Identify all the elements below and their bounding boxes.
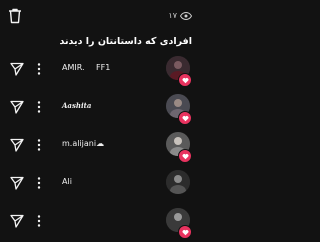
avatar[interactable]	[166, 170, 190, 194]
heart-icon	[182, 229, 188, 235]
more-options-icon[interactable]	[36, 99, 42, 115]
send-icon[interactable]	[10, 138, 24, 152]
like-badge	[178, 111, 192, 125]
more-options-icon[interactable]	[36, 137, 42, 153]
like-badge	[178, 73, 192, 87]
viewers-heading: افرادی که داستانتان را دیدند	[59, 36, 193, 47]
send-icon[interactable]	[10, 176, 24, 190]
viewer-username-suffix: FF1	[96, 63, 111, 72]
more-options-icon[interactable]	[36, 213, 42, 229]
like-badge	[178, 225, 192, 239]
viewer-row[interactable]: Ali	[0, 166, 200, 204]
top-bar: ۱۷	[0, 0, 200, 34]
viewer-row[interactable]: Aashita	[0, 90, 200, 128]
heart-icon	[182, 77, 188, 83]
view-count: ۱۷	[168, 11, 177, 20]
viewers-list: AMIR. FF1 Aashita m.alijani☁ Ali	[0, 52, 200, 242]
heart-icon	[182, 115, 188, 121]
trash-icon[interactable]	[8, 8, 22, 24]
view-count-badge: ۱۷	[168, 11, 192, 20]
heart-icon	[182, 153, 188, 159]
send-icon[interactable]	[10, 100, 24, 114]
viewer-username[interactable]: Aashita	[62, 101, 91, 110]
send-icon[interactable]	[10, 62, 24, 76]
send-icon[interactable]	[10, 214, 24, 228]
viewer-row[interactable]: m.alijani☁	[0, 128, 200, 166]
viewer-row[interactable]: AMIR. FF1	[0, 52, 200, 90]
viewer-row[interactable]	[0, 204, 200, 242]
viewer-username[interactable]: AMIR.	[62, 63, 85, 72]
viewer-username[interactable]: Ali	[62, 177, 72, 186]
eye-icon	[180, 11, 192, 20]
more-options-icon[interactable]	[36, 61, 42, 77]
viewer-username[interactable]: m.alijani☁	[62, 139, 104, 148]
like-badge	[178, 149, 192, 163]
more-options-icon[interactable]	[36, 175, 42, 191]
